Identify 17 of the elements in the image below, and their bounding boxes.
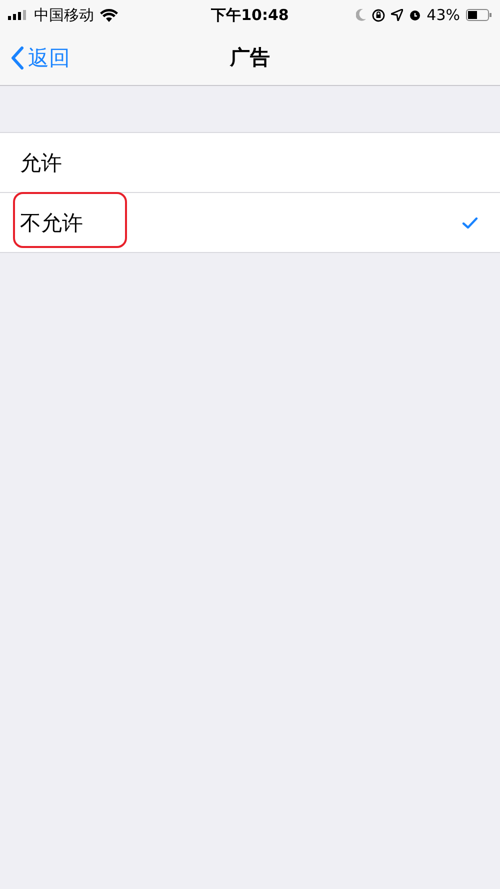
signal-icon (8, 10, 28, 20)
option-label: 不允许 (20, 210, 83, 236)
chevron-left-icon (10, 46, 24, 70)
moon-icon (356, 9, 366, 21)
battery-icon (466, 9, 492, 21)
location-icon (390, 9, 403, 21)
battery-percent: 43% (426, 6, 460, 24)
option-row[interactable]: 不允许 (0, 192, 500, 252)
rotation-lock-icon (372, 8, 385, 22)
carrier-name: 中国移动 (34, 6, 94, 24)
alarm-icon (408, 9, 421, 21)
option-row[interactable]: 允许 (0, 133, 500, 192)
wifi-icon (100, 8, 118, 22)
status-time: 下午10:48 (211, 6, 289, 24)
checkmark-icon (462, 216, 478, 228)
option-label: 允许 (20, 150, 62, 176)
page-title: 广告 (230, 44, 270, 71)
